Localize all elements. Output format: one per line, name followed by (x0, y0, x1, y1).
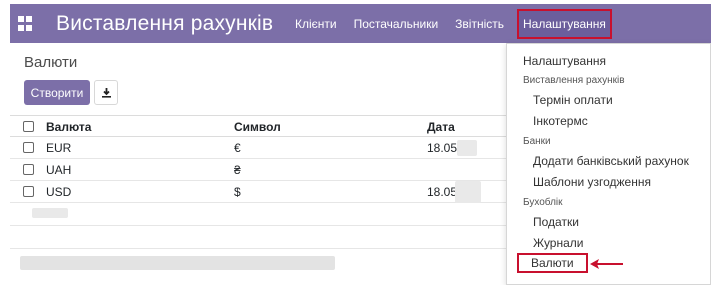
currency-name: EUR (46, 141, 72, 155)
page: Виставлення рахунків Клієнти Постачальни… (0, 0, 711, 285)
redacted-pager-block (20, 256, 335, 270)
redacted-block (455, 181, 481, 203)
apps-grid-icon[interactable] (18, 15, 34, 32)
dropdown-item-journals[interactable]: Журнали (533, 236, 584, 250)
table-row-empty (10, 203, 510, 226)
column-header-currency[interactable]: Валюта (46, 120, 91, 134)
download-button[interactable] (94, 80, 118, 105)
select-all-checkbox[interactable] (23, 121, 34, 132)
dropdown-item-add-bank-account[interactable]: Додати банківський рахунок (533, 154, 689, 168)
menu-item-clients[interactable]: Клієнти (295, 17, 337, 31)
menu-item-settings[interactable]: Налаштування (516, 8, 612, 39)
row-checkbox[interactable] (23, 186, 34, 197)
currency-date: 18.05 (427, 185, 458, 199)
settings-dropdown: Налаштування Виставлення рахунків Термін… (506, 43, 711, 285)
page-title: Валюти (24, 54, 78, 71)
redacted-block (457, 140, 477, 156)
annotation-arrow-icon (590, 259, 623, 269)
create-button[interactable]: Створити (24, 80, 90, 105)
column-header-date[interactable]: Дата (427, 120, 455, 134)
dropdown-item-incoterms[interactable]: Інкотермс (533, 114, 588, 128)
currency-table: Валюта Символ Дата EUR € 18.05 UAH ₴ USD… (10, 115, 510, 249)
menu-item-suppliers[interactable]: Постачальники (354, 17, 439, 31)
dropdown-item-reconciliation-models[interactable]: Шаблони узгодження (533, 175, 651, 189)
currency-date: 18.05 (427, 141, 458, 155)
table-row-empty (10, 226, 510, 249)
top-navbar: Виставлення рахунків Клієнти Постачальни… (10, 4, 711, 43)
redacted-block (32, 208, 68, 218)
dropdown-section-invoicing: Виставлення рахунків (523, 75, 625, 86)
app-title: Виставлення рахунків (56, 11, 274, 35)
table-header-row: Валюта Символ Дата (10, 115, 510, 137)
currency-symbol: $ (234, 185, 241, 199)
table-row[interactable]: UAH ₴ (10, 159, 510, 181)
column-header-symbol[interactable]: Символ (234, 120, 281, 134)
dropdown-section-accounting: Бухоблік (523, 197, 563, 208)
currency-name: USD (46, 185, 72, 199)
menu-item-reporting[interactable]: Звітність (455, 17, 504, 31)
download-icon (101, 88, 111, 98)
currency-symbol: € (234, 141, 241, 155)
currency-name: UAH (46, 163, 72, 177)
dropdown-section-banks: Банки (523, 136, 551, 147)
row-checkbox[interactable] (23, 142, 34, 153)
table-row[interactable]: EUR € 18.05 (10, 137, 510, 159)
dropdown-item-taxes[interactable]: Податки (533, 215, 579, 229)
main-menu: Клієнти Постачальники Звітність Налаштув… (295, 4, 629, 43)
dropdown-item-currencies[interactable]: Валюти (517, 253, 588, 273)
dropdown-item-payment-terms[interactable]: Термін оплати (533, 93, 613, 107)
table-row[interactable]: USD $ 18.05 (10, 181, 510, 203)
currency-symbol: ₴ (234, 163, 241, 177)
dropdown-item-settings[interactable]: Налаштування (523, 54, 606, 68)
row-checkbox[interactable] (23, 164, 34, 175)
